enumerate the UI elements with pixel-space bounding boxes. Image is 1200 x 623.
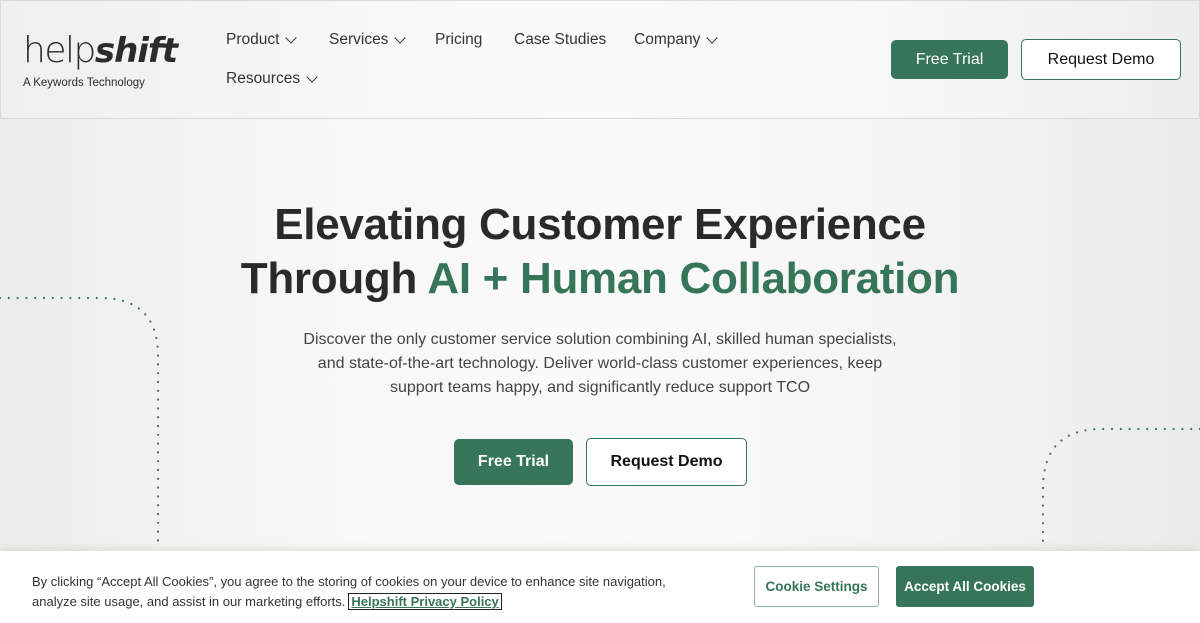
cookie-banner: By clicking “Accept All Cookies”, you ag… [0, 551, 1200, 623]
nav-item-services[interactable]: Services [329, 31, 407, 49]
logo-bold: shift [94, 31, 178, 71]
nav-label: Product [226, 31, 280, 48]
nav-item-pricing[interactable]: Pricing [435, 31, 482, 49]
nav-label: Case Studies [514, 31, 607, 48]
left-dotted-curve [0, 296, 160, 547]
hero-subtitle-line2: and state-of-the-art technology. Deliver… [317, 355, 883, 372]
cookie-message: By clicking “Accept All Cookies”, you ag… [32, 572, 732, 612]
logo-tagline: A Keywords Technology [23, 77, 145, 89]
hero-subtitle-line1: Discover the only customer service solut… [303, 331, 897, 348]
nav-item-resources[interactable]: Resources [226, 70, 318, 88]
hero-free-trial-button[interactable]: Free Trial [454, 439, 573, 485]
header-request-demo-button[interactable]: Request Demo [1021, 39, 1181, 80]
right-dotted-curve [1041, 427, 1200, 547]
chevron-down-icon [394, 31, 407, 44]
accept-all-cookies-button[interactable]: Accept All Cookies [896, 566, 1034, 607]
nav-item-company[interactable]: Company [634, 31, 719, 49]
logo-wordmark: helpshift [23, 29, 178, 72]
nav-label: Resources [226, 70, 301, 87]
hero-subtitle-line3: support teams happy, and significantly r… [389, 379, 811, 396]
cookie-settings-button[interactable]: Cookie Settings [754, 566, 879, 607]
logo-light: help [23, 30, 96, 71]
privacy-policy-link[interactable]: Helpshift Privacy Policy [348, 593, 502, 610]
helpshift-logo[interactable]: helpshift A Keywords Technology [23, 29, 178, 90]
header-free-trial-button[interactable]: Free Trial [891, 40, 1008, 79]
nav-label: Pricing [435, 31, 483, 48]
site-header: helpshift A Keywords Technology Product … [0, 0, 1200, 119]
nav-item-product[interactable]: Product [226, 31, 298, 49]
chevron-down-icon [285, 31, 298, 44]
hero-title-line2: Through [240, 254, 428, 303]
hero-title-accent: AI + Human Collaboration [427, 254, 960, 303]
nav-label: Company [634, 31, 701, 48]
hero-title-line1: Elevating Customer Experience [274, 200, 926, 249]
cookie-text-line1: By clicking “Accept All Cookies”, you ag… [32, 574, 666, 589]
chevron-down-icon [706, 31, 719, 44]
chevron-down-icon [306, 70, 318, 83]
cookie-text-line2: analyze site usage, and assist in our ma… [32, 594, 346, 609]
hero-title: Elevating Customer Experience Through AI… [0, 198, 1200, 306]
hero-request-demo-button[interactable]: Request Demo [586, 438, 747, 486]
nav-item-case-studies[interactable]: Case Studies [514, 31, 606, 49]
nav-label: Services [329, 31, 389, 48]
hero-subtitle: Discover the only customer service solut… [280, 328, 920, 400]
